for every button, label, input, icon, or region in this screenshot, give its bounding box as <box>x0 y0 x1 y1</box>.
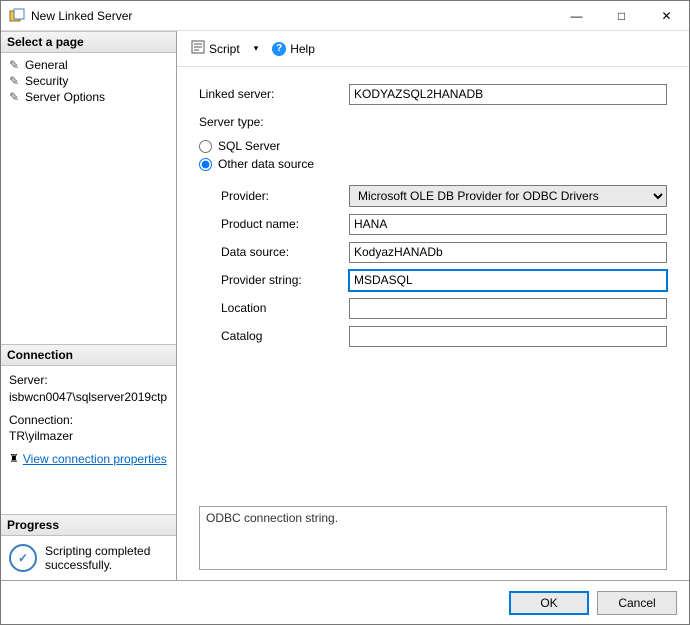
data-source-label: Data source: <box>199 245 349 259</box>
window-buttons: — □ ✕ <box>554 1 689 30</box>
cancel-button-label: Cancel <box>618 596 655 610</box>
linked-server-label: Linked server: <box>199 87 349 101</box>
maximize-button[interactable]: □ <box>599 1 644 30</box>
connection-info: Server: isbwcn0047\sqlserver2019ctp Conn… <box>1 366 176 474</box>
toolbar: Script ▾ ? Help <box>177 31 689 67</box>
help-label: Help <box>290 42 315 56</box>
ok-button[interactable]: OK <box>509 591 589 615</box>
wrench-icon: ✎ <box>7 74 21 88</box>
sql-server-radio[interactable] <box>199 140 212 153</box>
close-button[interactable]: ✕ <box>644 1 689 30</box>
page-item-label: Security <box>25 74 68 88</box>
maximize-icon: □ <box>618 9 625 23</box>
page-item-security[interactable]: ✎ Security <box>1 73 176 89</box>
connection-header: Connection <box>1 344 176 366</box>
sql-server-radio-label: SQL Server <box>218 139 280 153</box>
close-icon: ✕ <box>661 9 671 23</box>
success-check-icon: ✓ <box>9 544 37 572</box>
ok-button-label: OK <box>540 596 557 610</box>
provider-select[interactable]: Microsoft OLE DB Provider for ODBC Drive… <box>349 185 667 207</box>
connection-label: Connection: <box>9 412 168 429</box>
footer: OK Cancel <box>1 580 689 624</box>
title-bar: New Linked Server — □ ✕ <box>1 1 689 31</box>
other-data-source-radio[interactable] <box>199 158 212 171</box>
page-item-server-options[interactable]: ✎ Server Options <box>1 89 176 105</box>
script-dropdown[interactable]: Script ▾ <box>187 38 262 59</box>
dialog-window: New Linked Server — □ ✕ Select a page ✎ … <box>0 0 690 625</box>
connection-value: TR\yilmazer <box>9 428 168 445</box>
main-panel: Script ▾ ? Help Linked server: Server ty… <box>177 31 689 580</box>
script-label: Script <box>209 42 240 56</box>
wrench-icon: ✎ <box>7 90 21 104</box>
page-item-label: Server Options <box>25 90 105 104</box>
help-button[interactable]: ? Help <box>268 40 319 58</box>
catalog-input[interactable] <box>349 326 667 347</box>
window-title: New Linked Server <box>31 9 554 23</box>
form-area: Linked server: Server type: SQL Server O… <box>177 67 689 361</box>
location-label: Location <box>199 301 349 315</box>
provider-label: Provider: <box>199 189 349 203</box>
wrench-icon: ✎ <box>7 58 21 72</box>
page-item-general[interactable]: ✎ General <box>1 57 176 73</box>
provider-string-input[interactable] <box>349 270 667 291</box>
progress-body: ✓ Scripting completed successfully. <box>1 536 176 580</box>
location-input[interactable] <box>349 298 667 319</box>
app-icon <box>9 8 25 24</box>
data-source-input[interactable] <box>349 242 667 263</box>
select-page-header: Select a page <box>1 31 176 53</box>
server-label: Server: <box>9 372 168 389</box>
minimize-icon: — <box>571 9 583 23</box>
linked-server-input[interactable] <box>349 84 667 105</box>
view-connection-properties-link[interactable]: View connection properties <box>23 451 167 468</box>
product-name-label: Product name: <box>199 217 349 231</box>
dialog-body: Select a page ✎ General ✎ Security ✎ Ser… <box>1 31 689 580</box>
chevron-down-icon: ▾ <box>254 43 259 54</box>
server-value: isbwcn0047\sqlserver2019ctp <box>9 389 168 406</box>
description-text: ODBC connection string. <box>206 511 338 525</box>
catalog-label: Catalog <box>199 329 349 343</box>
minimize-button[interactable]: — <box>554 1 599 30</box>
help-icon: ? <box>272 42 286 56</box>
provider-string-label: Provider string: <box>199 273 349 287</box>
progress-message: Scripting completed successfully. <box>45 544 168 572</box>
page-list: ✎ General ✎ Security ✎ Server Options <box>1 53 176 109</box>
description-box: ODBC connection string. <box>199 506 667 570</box>
product-name-input[interactable] <box>349 214 667 235</box>
other-data-source-radio-label: Other data source <box>218 157 314 171</box>
script-icon <box>191 40 205 57</box>
page-item-label: General <box>25 58 68 72</box>
progress-header: Progress <box>1 514 176 536</box>
server-type-label: Server type: <box>199 115 349 129</box>
connection-props-icon: ♜ <box>9 452 19 467</box>
sidebar: Select a page ✎ General ✎ Security ✎ Ser… <box>1 31 177 580</box>
cancel-button[interactable]: Cancel <box>597 591 677 615</box>
